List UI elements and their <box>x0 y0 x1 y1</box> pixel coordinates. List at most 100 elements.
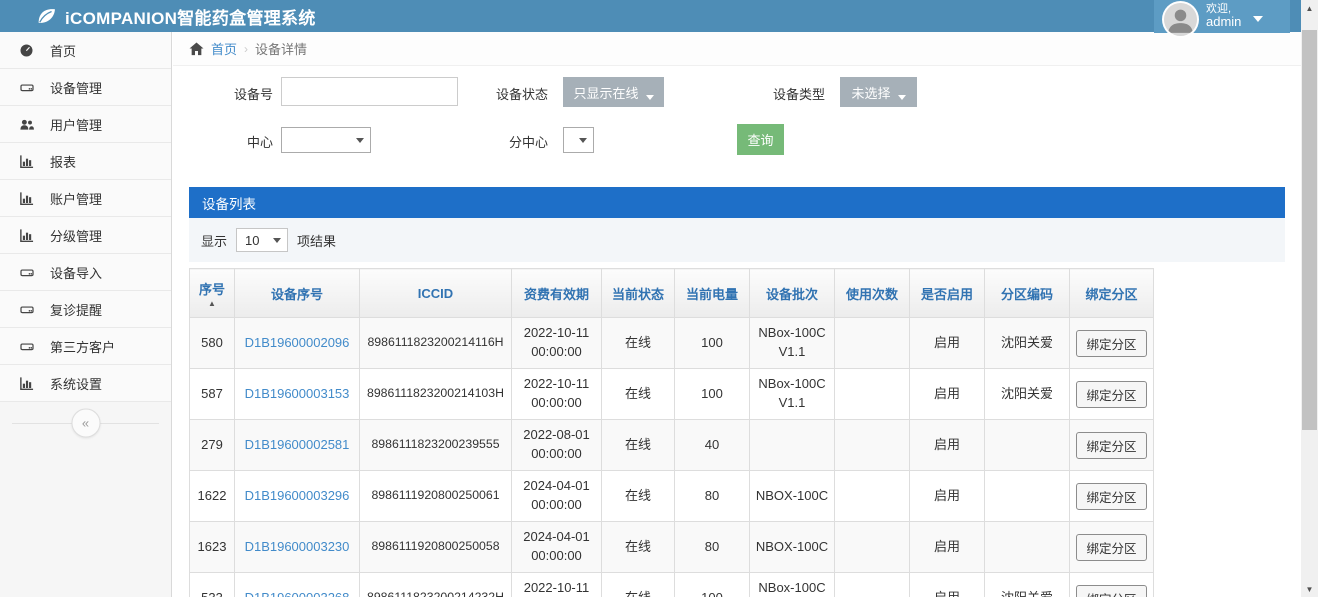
chart-icon <box>18 227 35 243</box>
chevron-down-icon <box>273 238 281 243</box>
scroll-down-icon[interactable]: ▼ <box>1301 581 1318 597</box>
column-header[interactable]: ICCID <box>360 269 512 318</box>
sidebar-item-reports[interactable]: 报表 <box>0 143 171 180</box>
device-serial-link[interactable]: D1B19600002581 <box>245 437 350 452</box>
cell-status: 在线 <box>602 318 675 369</box>
column-header[interactable]: 当前电量 <box>675 269 750 318</box>
table-row: 1623D1B196000032308986111920800250058202… <box>190 522 1154 573</box>
device-serial-link[interactable]: D1B19600003153 <box>245 386 350 401</box>
search-button[interactable]: 查询 <box>737 124 784 155</box>
breadcrumb-current: 设备详情 <box>255 39 307 58</box>
sidebar-item-grading-management[interactable]: 分级管理 <box>0 217 171 254</box>
cell-use_count <box>835 471 910 522</box>
center-label: 中心 <box>223 132 273 151</box>
bind-partition-button[interactable]: 绑定分区 <box>1076 432 1146 459</box>
sidebar-item-user-management[interactable]: 用户管理 <box>0 106 171 143</box>
column-header[interactable]: 分区编码 <box>985 269 1070 318</box>
sidebar-item-device-management[interactable]: 设备管理 <box>0 69 171 106</box>
device-type-dropdown[interactable]: 未选择 <box>840 77 917 107</box>
cell-bind: 绑定分区 <box>1070 522 1154 573</box>
sidebar-item-home[interactable]: 首页 <box>0 32 171 69</box>
chevron-down-icon <box>579 138 587 143</box>
topbar: iCOMPANION智能药盒管理系统 欢迎, admin <box>0 0 1301 32</box>
sidebar-item-system-settings[interactable]: 系统设置 <box>0 365 171 402</box>
bind-partition-button[interactable]: 绑定分区 <box>1076 330 1146 357</box>
cell-no: 580 <box>190 318 235 369</box>
cell-enabled: 启用 <box>910 471 985 522</box>
device-status-value: 只显示在线 <box>573 83 638 102</box>
sidebar-item-label: 账户管理 <box>50 189 102 208</box>
cell-iccid: 8986111823200239555 <box>360 420 512 471</box>
cell-partition: 沈阳关爱 <box>985 369 1070 420</box>
sidebar-item-label: 报表 <box>50 152 76 171</box>
panel-title: 设备列表 <box>189 187 1285 218</box>
cell-no: 1623 <box>190 522 235 573</box>
cell-serial: D1B19600003296 <box>235 471 360 522</box>
sidebar-collapse-row: « <box>0 402 171 444</box>
subcenter-select[interactable] <box>563 127 594 153</box>
bind-partition-button[interactable]: 绑定分区 <box>1076 534 1146 561</box>
cell-batch: NBox-100C V1.1 <box>750 573 835 597</box>
collapse-sidebar-button[interactable]: « <box>71 409 100 438</box>
cell-iccid: 8986111920800250058 <box>360 522 512 573</box>
cell-enabled: 启用 <box>910 573 985 597</box>
chart-icon <box>18 153 35 169</box>
scroll-up-icon[interactable]: ▲ <box>1301 0 1318 16</box>
cell-bind: 绑定分区 <box>1070 318 1154 369</box>
column-header[interactable]: 使用次数 <box>835 269 910 318</box>
cell-bind: 绑定分区 <box>1070 369 1154 420</box>
cell-valid: 2022-08-01 00:00:00 <box>512 420 602 471</box>
column-header[interactable]: 是否启用 <box>910 269 985 318</box>
bind-partition-button[interactable]: 绑定分区 <box>1076 381 1146 408</box>
cell-batch <box>750 420 835 471</box>
cell-enabled: 启用 <box>910 522 985 573</box>
device-no-input[interactable] <box>281 77 458 106</box>
hdd-icon <box>18 79 35 95</box>
device-serial-link[interactable]: D1B19600003230 <box>245 539 350 554</box>
cell-batch: NBOX-100C <box>750 471 835 522</box>
sidebar-item-label: 用户管理 <box>50 115 102 134</box>
bind-partition-button[interactable]: 绑定分区 <box>1076 483 1146 510</box>
device-list-panel: 设备列表 显示 10 项结果 序号▲设备序号ICCID资费有效期当前状态当前电量… <box>189 187 1285 597</box>
column-header[interactable]: 当前状态 <box>602 269 675 318</box>
sidebar-item-label: 设备管理 <box>50 78 102 97</box>
user-menu[interactable]: 欢迎, admin <box>1154 0 1290 33</box>
sidebar-item-third-party-customer[interactable]: 第三方客户 <box>0 328 171 365</box>
cell-iccid: 8986111823200214232H <box>360 573 512 597</box>
cell-status: 在线 <box>602 522 675 573</box>
users-icon <box>18 116 35 132</box>
device-serial-link[interactable]: D1B19600003296 <box>245 488 350 503</box>
page-size-select[interactable]: 10 <box>236 228 288 252</box>
sidebar-item-label: 分级管理 <box>50 226 102 245</box>
device-status-dropdown[interactable]: 只显示在线 <box>563 77 664 107</box>
bind-partition-button[interactable]: 绑定分区 <box>1076 585 1146 597</box>
device-serial-link[interactable]: D1B19600002096 <box>245 335 350 350</box>
cell-status: 在线 <box>602 573 675 597</box>
vertical-scrollbar[interactable]: ▲ ▼ <box>1301 0 1318 597</box>
sidebar-item-device-import[interactable]: 设备导入 <box>0 254 171 291</box>
column-header[interactable]: 设备序号 <box>235 269 360 318</box>
sidebar-item-followup-reminder[interactable]: 复诊提醒 <box>0 291 171 328</box>
sidebar-item-account-management[interactable]: 账户管理 <box>0 180 171 217</box>
breadcrumb-home-link[interactable]: 首页 <box>211 39 237 58</box>
center-select[interactable] <box>281 127 371 153</box>
cell-use_count <box>835 522 910 573</box>
table-body: 580D1B196000020968986111823200214116H202… <box>190 318 1154 597</box>
chart-icon <box>18 190 35 206</box>
sidebar-item-label: 首页 <box>50 41 76 60</box>
breadcrumb: 首页 › 设备详情 <box>173 32 1301 66</box>
column-header[interactable]: 资费有效期 <box>512 269 602 318</box>
device-serial-link[interactable]: D1B19600003268 <box>245 590 350 597</box>
cell-batch: NBox-100C V1.1 <box>750 369 835 420</box>
cell-use_count <box>835 420 910 471</box>
sidebar-item-label: 设备导入 <box>50 263 102 282</box>
table-row: 279D1B1960000258189861118232002395552022… <box>190 420 1154 471</box>
breadcrumb-separator: › <box>244 42 248 56</box>
sidebar-item-label: 系统设置 <box>50 374 102 393</box>
column-header[interactable]: 绑定分区 <box>1070 269 1154 318</box>
column-header[interactable]: 设备批次 <box>750 269 835 318</box>
device-no-label: 设备号 <box>223 84 273 103</box>
scrollbar-thumb[interactable] <box>1302 30 1317 430</box>
column-header[interactable]: 序号▲ <box>190 269 235 318</box>
cell-battery: 80 <box>675 522 750 573</box>
